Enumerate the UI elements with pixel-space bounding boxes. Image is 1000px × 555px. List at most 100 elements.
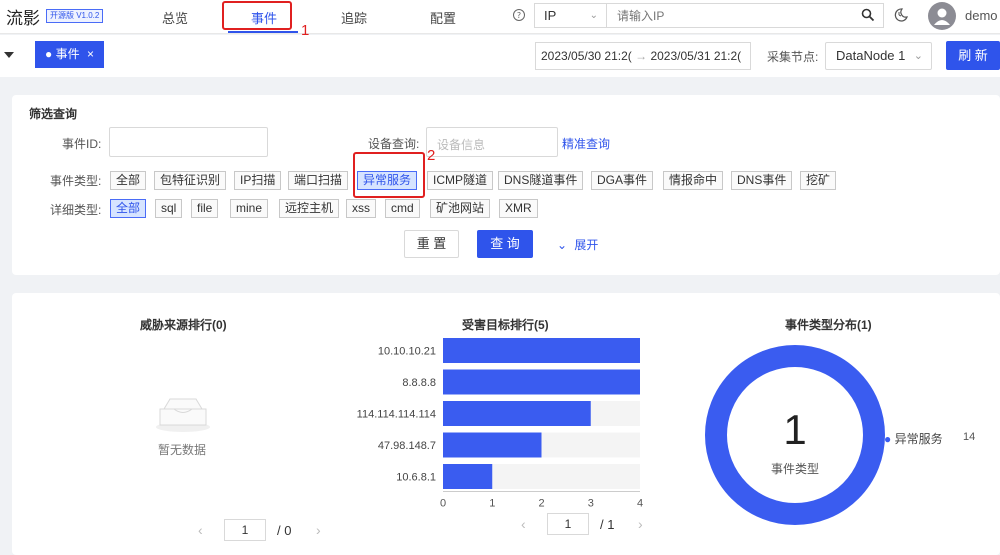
device-placeholder: 设备信息 — [437, 138, 486, 152]
x-tick-label: 4 — [637, 498, 643, 510]
prev-page-icon[interactable]: ‹ — [521, 516, 526, 532]
donut-center-label: 事件类型 — [770, 462, 819, 476]
user-avatar[interactable] — [928, 2, 956, 30]
detail-type-tag[interactable]: xss — [346, 199, 376, 218]
next-page-icon[interactable]: › — [316, 522, 321, 538]
x-tick-label: 1 — [489, 498, 495, 510]
detail-type-tag[interactable]: sql — [155, 199, 183, 218]
chevron-down-icon: ⌄ — [589, 10, 598, 21]
highlight-box-1 — [222, 1, 292, 30]
x-tick-label: 3 — [588, 498, 594, 510]
nav-overview[interactable]: 总览 — [162, 8, 188, 27]
ip-search-box — [606, 3, 884, 28]
nav-tracking[interactable]: 追踪 — [341, 8, 367, 27]
victim-page-total: / 1 — [600, 517, 615, 532]
expand-toggle[interactable]: ⌄ 展开 — [557, 236, 598, 253]
detail-type-tag[interactable]: mine — [230, 199, 269, 218]
close-icon[interactable]: × — [87, 47, 94, 61]
y-tick-label: 10.6.8.1 — [396, 472, 436, 484]
app-logo: 流影 — [6, 9, 40, 29]
detail-type-tag[interactable]: file — [191, 199, 219, 218]
victim-target-bar-chart: 10.10.10.21 8.8.8.8 114.114.114.114 47.98.1… — [357, 338, 643, 510]
event-type-tag[interactable]: 挖矿 — [800, 171, 837, 190]
empty-text: 暂无数据 — [158, 443, 207, 457]
legend-value: 14 — [963, 431, 976, 443]
search-type-select[interactable]: IP ⌄ — [534, 3, 606, 28]
y-tick-label: 47.98.148.7 — [378, 440, 436, 452]
version-badge: 开源版 V1.0.2 — [46, 9, 104, 23]
x-tick-label: 0 — [440, 498, 446, 510]
theme-toggle-icon[interactable] — [893, 7, 909, 23]
detail-type-tag[interactable]: 矿池网站 — [430, 199, 491, 218]
date-start[interactable]: 2023/05/30 21:2( — [541, 49, 632, 63]
chevron-down-icon: ⌄ — [557, 238, 568, 252]
threat-page-input[interactable]: 1 — [224, 519, 266, 541]
x-tick-label: 2 — [538, 498, 544, 510]
threat-page-total: / 0 — [277, 523, 292, 538]
event-type-tag[interactable]: DNS隧道事件 — [498, 171, 584, 190]
event-id-input[interactable] — [109, 127, 268, 157]
tab-events[interactable]: ● 事件 × — [35, 41, 104, 68]
detail-type-tag-selected[interactable]: 全部 — [110, 199, 147, 218]
event-type-tag[interactable]: 情报命中 — [663, 171, 724, 190]
detail-type-tag[interactable]: 远控主机 — [279, 199, 340, 218]
donut-center-value: 1 — [783, 406, 807, 453]
nav-config[interactable]: 配置 — [430, 8, 456, 27]
bar[interactable] — [443, 338, 640, 363]
caret-down-icon[interactable] — [3, 50, 15, 60]
detail-type-tag[interactable]: XMR — [499, 199, 538, 218]
empty-box-icon — [156, 398, 210, 432]
event-type-tag[interactable]: DGA事件 — [591, 171, 654, 190]
detail-type-tag[interactable]: cmd — [385, 199, 420, 218]
bar[interactable] — [443, 464, 493, 489]
y-tick-label: 8.8.8.8 — [402, 377, 436, 389]
next-page-icon[interactable]: › — [638, 516, 643, 532]
event-type-tag[interactable]: IP扫描 — [234, 171, 282, 190]
legend-label: 异常服务 — [894, 432, 943, 446]
tab-label: 事件 — [55, 47, 80, 61]
bar[interactable] — [443, 369, 640, 395]
highlight-box-2 — [353, 152, 425, 198]
event-type-tag[interactable]: ICMP隧道 — [427, 171, 494, 190]
active-nav-indicator — [228, 31, 298, 33]
event-type-tag[interactable]: 包特征识别 — [154, 171, 227, 190]
y-tick-label: 114.114.114.114 — [357, 409, 436, 421]
y-tick-label: 10.10.10.21 — [378, 346, 436, 358]
search-icon[interactable] — [861, 8, 875, 22]
threat-source-title: 威胁来源排行(0) — [140, 318, 227, 332]
device-input[interactable]: 设备信息 — [426, 127, 558, 157]
date-range-picker[interactable]: 2023/05/30 21:2( → 2023/05/31 21:2( — [535, 42, 751, 70]
query-button[interactable]: 查 询 — [477, 230, 533, 258]
search-type-value: IP — [544, 8, 557, 23]
chevron-down-icon: ⌄ — [913, 50, 923, 62]
precise-query-link[interactable]: 精准查询 — [562, 135, 610, 152]
username[interactable]: demo — [965, 8, 998, 23]
help-icon[interactable]: ? — [512, 8, 526, 22]
device-label: 设备查询: — [368, 137, 420, 151]
victim-page-input[interactable]: 1 — [547, 513, 589, 535]
event-type-tag[interactable]: DNS事件 — [731, 171, 793, 190]
arrow-right-icon: → — [635, 49, 648, 63]
bar[interactable] — [443, 432, 542, 458]
event-id-label: 事件ID: — [62, 137, 102, 151]
expand-label: 展开 — [574, 238, 599, 252]
event-dist-title: 事件类型分布(1) — [785, 318, 872, 332]
date-end[interactable]: 2023/05/31 21:2( — [650, 49, 741, 63]
node-select-value: DataNode 1 — [836, 48, 906, 63]
detail-type-tags: 全部 sql file mine 远控主机 xss cmd 矿池网站 XMR — [0, 199, 1000, 219]
event-type-tag[interactable]: 全部 — [110, 171, 147, 190]
filter-title: 筛选查询 — [29, 107, 78, 121]
event-type-tag[interactable]: 端口扫描 — [288, 171, 349, 190]
node-select[interactable]: DataNode 1 ⌄ — [825, 42, 932, 70]
legend-dot-icon: ● — [884, 432, 892, 446]
svg-text:?: ? — [517, 11, 521, 20]
node-label: 采集节点: — [767, 50, 819, 64]
reset-button[interactable]: 重 置 — [404, 230, 459, 258]
event-type-tags: 全部 包特征识别 IP扫描 端口扫描 异常服务 ICMP隧道 DNS隧道事件 D… — [0, 171, 1000, 191]
refresh-button[interactable]: 刷 新 — [946, 41, 1000, 70]
legend-item[interactable]: ● 异常服务 — [884, 430, 943, 447]
bar[interactable] — [443, 401, 591, 426]
ip-search-input[interactable] — [607, 4, 847, 27]
prev-page-icon[interactable]: ‹ — [198, 522, 203, 538]
tab-dot-icon: ● — [45, 47, 53, 61]
